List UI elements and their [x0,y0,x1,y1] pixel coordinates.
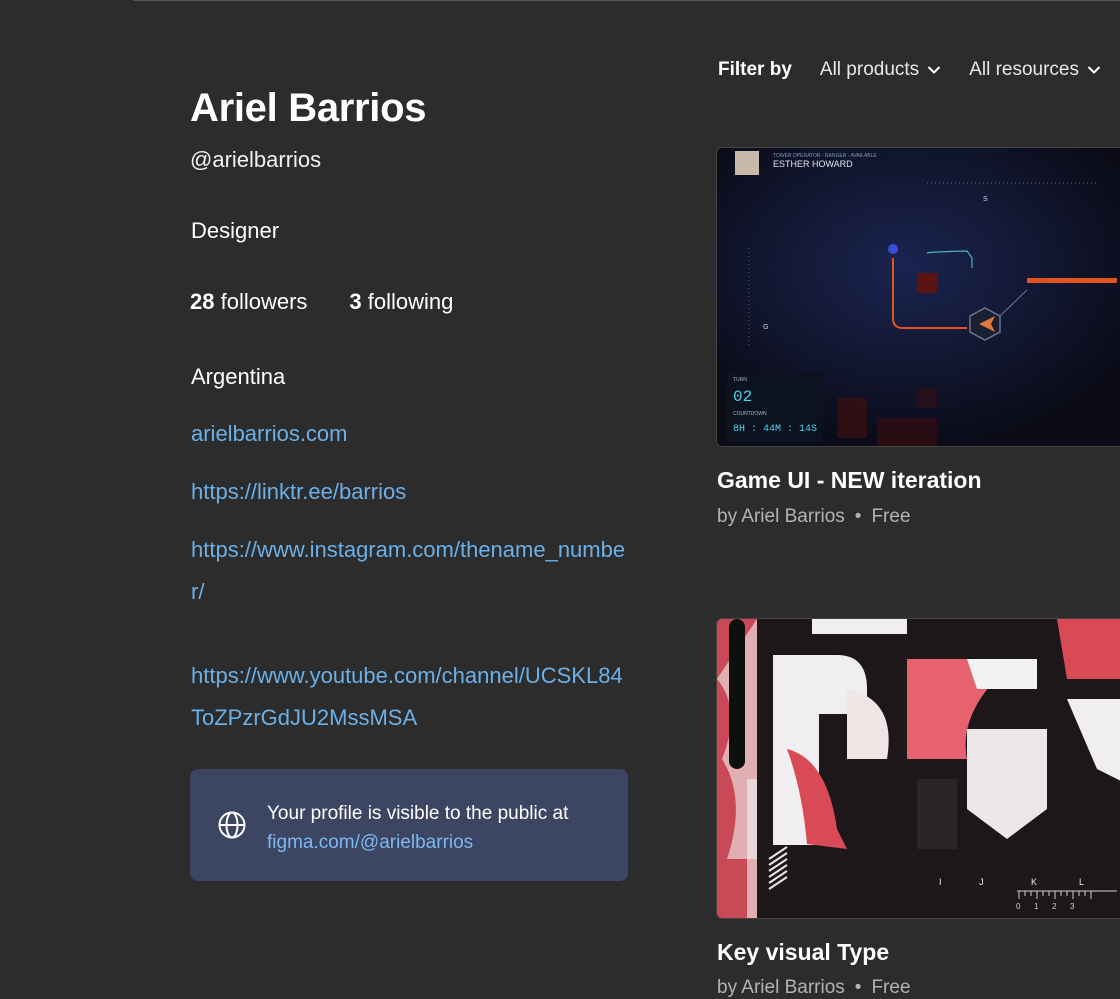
letter-j: J [979,877,984,887]
player-avatar [735,151,759,175]
card-author[interactable]: by Ariel Barrios [717,977,845,998]
compass-g-text: G [763,324,768,331]
separator-dot: • [854,977,862,998]
turn-label: TURN [733,377,747,383]
resources-dropdown[interactable]: All resources [969,59,1101,81]
letter-k: K [1031,877,1037,887]
card-title[interactable]: Key visual Type [717,939,889,966]
products-dropdown[interactable]: All products [820,59,941,81]
ruler-2: 2 [1052,902,1057,911]
globe-icon [218,811,246,839]
following-link[interactable]: 3 following [349,289,453,315]
ruler-0: 0 [1016,902,1021,911]
chevron-down-icon [927,66,941,74]
linktree-link[interactable]: https://linktr.ee/barrios [191,471,631,513]
website-link[interactable]: arielbarrios.com [191,413,631,455]
chevron-down-icon [1087,66,1101,74]
following-count: 3 [349,289,362,314]
notice-message: Your profile is visible to the public at… [267,799,617,857]
followers-count: 28 [190,289,215,314]
separator-dot: • [854,506,862,527]
followers-label: followers [214,289,308,314]
follow-stats: 28 followers 3 following [190,289,453,315]
filter-bar: Filter by All products All resources [718,56,1101,84]
followers-link[interactable]: 28 followers [190,289,307,315]
compass-s-text: S [983,196,988,203]
profile-name: Ariel Barrios [190,86,427,130]
following-label: following [361,289,454,314]
filter-label: Filter by [718,59,792,80]
countdown-value: 8H : 44M : 14S [733,424,817,435]
game-ui-artwork: TOWER OPERATOR - RANGER - AVAILABLE ESTH… [717,148,1120,446]
planet-icon [888,244,898,254]
game-ui-thumbnail[interactable]: TOWER OPERATOR - RANGER - AVAILABLE ESTH… [716,147,1120,447]
letter-i: I [939,877,942,887]
card-meta: by Ariel Barrios • Free [717,977,911,999]
profile-handle: @arielbarrios [190,147,322,172]
key-visual-artwork: I J K L 0 1 2 3 [717,619,1120,918]
key-visual-thumbnail[interactable]: I J K L 0 1 2 3 [716,618,1120,919]
resources-dropdown-label: All resources [969,59,1080,80]
ruler-3: 3 [1070,902,1075,911]
turn-value: 02 [733,388,752,406]
youtube-link[interactable]: https://www.youtube.com/channel/UCSKL84T… [191,655,631,739]
public-profile-notice: Your profile is visible to the public at… [190,769,628,881]
products-dropdown-label: All products [819,59,920,80]
top-divider [133,0,1120,1]
ruler-1: 1 [1034,902,1039,911]
card-price: Free [871,977,911,998]
card-price: Free [871,506,911,527]
profile-role: Designer [191,218,280,243]
countdown-label: COUNTDOWN [733,411,767,417]
notice-text: Your profile is visible to the public at [267,803,569,824]
letter-l: L [1079,877,1084,887]
profile-url-link[interactable]: figma.com/@arielbarrios [267,828,617,857]
card-author[interactable]: by Ariel Barrios [717,506,845,527]
player-name-text: ESTHER HOWARD [773,159,853,169]
card-title[interactable]: Game UI - NEW iteration [717,467,982,494]
profile-location: Argentina [191,364,286,389]
instagram-link[interactable]: https://www.instagram.com/thename_number… [191,529,631,613]
card-meta: by Ariel Barrios • Free [717,506,911,528]
